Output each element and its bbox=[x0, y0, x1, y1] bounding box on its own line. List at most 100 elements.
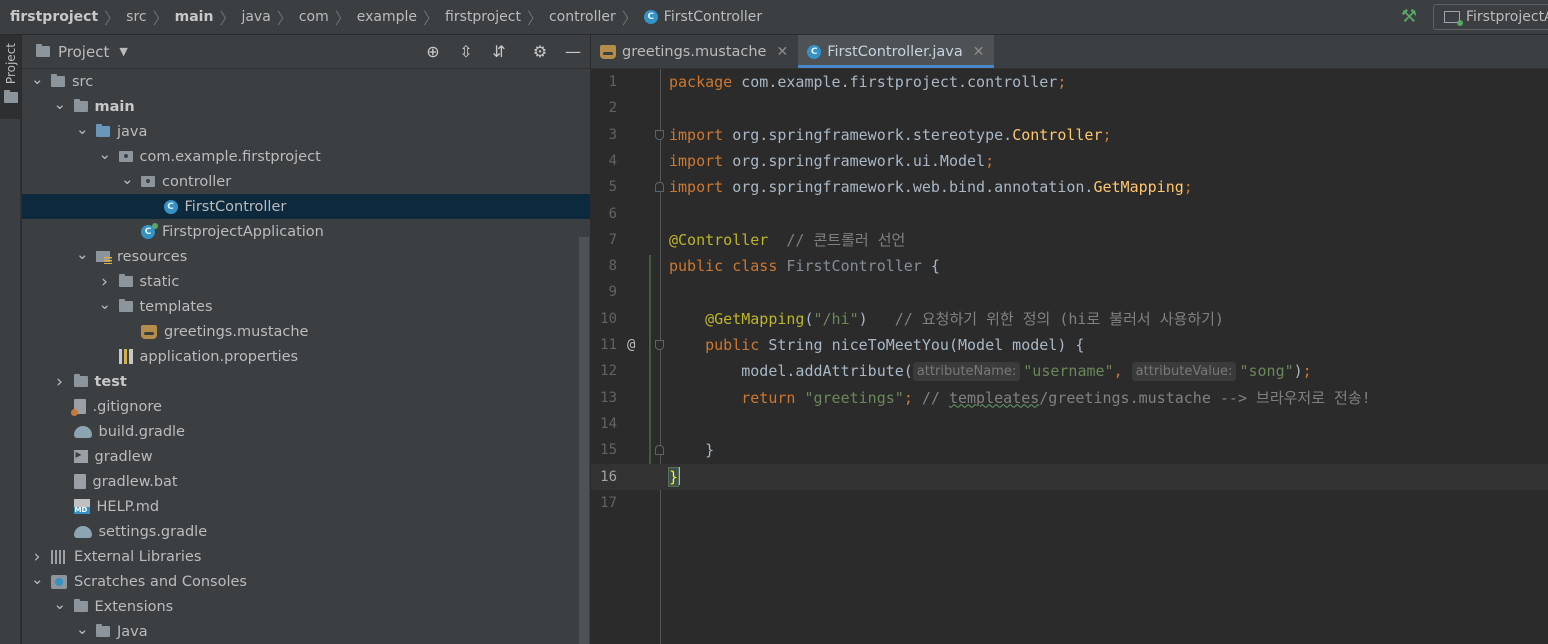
chevron-down-icon[interactable]: ⌄ bbox=[76, 246, 89, 261]
close-icon[interactable]: ✕ bbox=[973, 44, 985, 60]
tree-item[interactable]: › External Libraries bbox=[22, 544, 590, 569]
tree-item[interactable]: ⌄ Java bbox=[22, 619, 590, 644]
properties-icon bbox=[118, 349, 133, 364]
line-number: 1 bbox=[608, 74, 617, 90]
code-line[interactable]: 1 package com.example.firstproject.contro… bbox=[591, 69, 1548, 95]
tree-item[interactable]: ⌄ controller bbox=[22, 169, 590, 194]
code-text: public String niceToMeetYou(Model model)… bbox=[669, 332, 1084, 358]
fold-toggle-icon[interactable] bbox=[655, 129, 664, 140]
tree-item[interactable]: ›settings.gradle bbox=[22, 519, 590, 544]
chevron-right-icon[interactable]: › bbox=[54, 372, 66, 392]
breadcrumb-item[interactable]: FirstController bbox=[664, 9, 762, 25]
breadcrumb-item[interactable]: src bbox=[126, 9, 146, 25]
locate-file-icon[interactable]: ⊕ bbox=[423, 42, 443, 62]
tree-item[interactable]: ›.gitignore bbox=[22, 394, 590, 419]
tree-item[interactable]: ›greetings.mustache bbox=[22, 319, 590, 344]
code-line[interactable]: 11 @ public String niceToMeetYou(Model mo… bbox=[591, 332, 1548, 358]
spelling-warning: templeates bbox=[948, 388, 1040, 407]
chevron-down-icon[interactable]: ⌄ bbox=[99, 296, 112, 311]
panel-scrollbar[interactable] bbox=[579, 237, 589, 644]
tree-item[interactable]: ⌄ com.example.firstproject bbox=[22, 144, 590, 169]
editor-tab-label: greetings.mustache bbox=[622, 43, 767, 60]
fold-toggle-icon[interactable] bbox=[655, 182, 664, 193]
project-tool-window-tab[interactable]: Project bbox=[0, 35, 21, 119]
breadcrumb-item[interactable]: firstproject bbox=[10, 9, 98, 25]
tree-item-label: greetings.mustache bbox=[164, 323, 309, 340]
tree-item[interactable]: › static bbox=[22, 269, 590, 294]
override-marker-icon[interactable]: @ bbox=[627, 332, 635, 358]
chevron-down-icon[interactable]: ⌄ bbox=[31, 71, 44, 86]
chevron-down-icon[interactable]: ⌄ bbox=[54, 96, 67, 111]
project-view-selector[interactable]: Project bbox=[58, 43, 109, 61]
tree-item[interactable]: ⌄ Scratches and Consoles bbox=[22, 569, 590, 594]
breadcrumb-item[interactable]: controller bbox=[549, 9, 616, 25]
chevron-down-icon[interactable]: ⌄ bbox=[99, 146, 112, 161]
code-token: Controller bbox=[1012, 125, 1103, 144]
hide-panel-icon[interactable]: — bbox=[563, 42, 583, 62]
tree-item[interactable]: ⌄ Extensions bbox=[22, 594, 590, 619]
tree-item[interactable]: ⌄ main bbox=[22, 94, 590, 119]
chevron-right-icon[interactable]: › bbox=[31, 547, 43, 567]
run-configuration-selector[interactable]: FirstprojectA bbox=[1433, 4, 1548, 30]
fold-toggle-icon[interactable] bbox=[655, 445, 664, 456]
code-line[interactable]: 17 bbox=[591, 490, 1548, 516]
code-line[interactable]: 4 import org.springframework.ui.Model; bbox=[591, 148, 1548, 174]
breadcrumb-item[interactable]: firstproject bbox=[445, 9, 521, 25]
code-line[interactable]: 3 import org.springframework.stereotype.C… bbox=[591, 122, 1548, 148]
build-hammer-icon[interactable]: ⚒ bbox=[1398, 6, 1420, 28]
breadcrumb-item[interactable]: main bbox=[175, 9, 214, 25]
code-line[interactable]: 7 @Controller // 콘트롤러 선언 bbox=[591, 227, 1548, 253]
tree-item-label: templates bbox=[139, 298, 213, 315]
gear-icon[interactable]: ⚙ bbox=[530, 42, 550, 62]
code-line[interactable]: 13 return "greetings"; // templeates/gre… bbox=[591, 385, 1548, 411]
code-text: import org.springframework.stereotype.Co… bbox=[669, 122, 1112, 148]
breadcrumb-item[interactable]: example bbox=[357, 9, 417, 25]
code-area[interactable]: 1 package com.example.firstproject.contro… bbox=[591, 69, 1548, 644]
tree-item[interactable]: ›FirstprojectApplication bbox=[22, 219, 590, 244]
editor-tab[interactable]: FirstController.java ✕ bbox=[798, 35, 995, 68]
editor-tab[interactable]: greetings.mustache ✕ bbox=[591, 35, 798, 68]
code-line[interactable]: 12 model.addAttribute(attributeName: "use… bbox=[591, 358, 1548, 384]
code-line[interactable]: 9 bbox=[591, 279, 1548, 305]
expand-all-icon[interactable]: ⇳ bbox=[456, 42, 476, 62]
breadcrumb-item[interactable]: com bbox=[299, 9, 329, 25]
spring-class-icon bbox=[141, 222, 158, 239]
close-icon[interactable]: ✕ bbox=[776, 44, 788, 60]
code-editor: greetings.mustache ✕ FirstController.java ✕… bbox=[591, 35, 1548, 644]
code-line[interactable]: 6 bbox=[591, 201, 1548, 227]
tree-item[interactable]: ›gradlew.bat bbox=[22, 469, 590, 494]
tree-item[interactable]: › test bbox=[22, 369, 590, 394]
fold-toggle-icon[interactable] bbox=[655, 340, 664, 350]
code-token: import bbox=[669, 151, 733, 170]
code-line[interactable]: 15 } bbox=[591, 437, 1548, 463]
folder-icon bbox=[118, 274, 133, 287]
code-line[interactable]: 5 import org.springframework.web.bind.ann… bbox=[591, 174, 1548, 200]
tree-item[interactable]: ›gradlew bbox=[22, 444, 590, 469]
code-token: /greetings.mustache --> 브라우저로 전송! bbox=[1039, 388, 1371, 407]
tree-item[interactable]: ⌄ templates bbox=[22, 294, 590, 319]
tree-item[interactable]: ›FirstController bbox=[22, 194, 590, 219]
tree-item-label: main bbox=[94, 98, 135, 115]
chevron-down-icon[interactable]: ⌄ bbox=[76, 621, 89, 636]
dropdown-caret-icon[interactable]: ▼ bbox=[119, 45, 127, 58]
code-line[interactable]: 14 bbox=[591, 411, 1548, 437]
code-line[interactable]: 16} bbox=[591, 463, 1548, 490]
chevron-down-icon[interactable]: ⌄ bbox=[31, 571, 44, 586]
tree-item[interactable]: ⌄ java bbox=[22, 119, 590, 144]
folder-icon bbox=[118, 299, 133, 312]
tree-item[interactable]: ›HELP.md bbox=[22, 494, 590, 519]
chevron-down-icon[interactable]: ⌄ bbox=[121, 171, 134, 186]
breadcrumb-item[interactable]: java bbox=[241, 9, 270, 25]
collapse-all-icon[interactable]: ⇵ bbox=[489, 42, 509, 62]
tree-item[interactable]: ›build.gradle bbox=[22, 419, 590, 444]
chevron-right-icon[interactable]: › bbox=[99, 272, 111, 292]
code-line[interactable]: 10 @GetMapping("/hi") // 요청하기 위한 정의 (hi로… bbox=[591, 306, 1548, 332]
code-line[interactable]: 8 public class FirstController { bbox=[591, 253, 1548, 279]
chevron-down-icon[interactable]: ⌄ bbox=[54, 596, 67, 611]
tree-item[interactable]: ›application.properties bbox=[22, 344, 590, 369]
breadcrumb-separator-icon: 〉 bbox=[219, 9, 236, 28]
tree-item[interactable]: ⌄ src bbox=[22, 69, 590, 94]
code-line[interactable]: 2 bbox=[591, 95, 1548, 121]
chevron-down-icon[interactable]: ⌄ bbox=[76, 121, 89, 136]
tree-item[interactable]: ⌄ resources bbox=[22, 244, 590, 269]
